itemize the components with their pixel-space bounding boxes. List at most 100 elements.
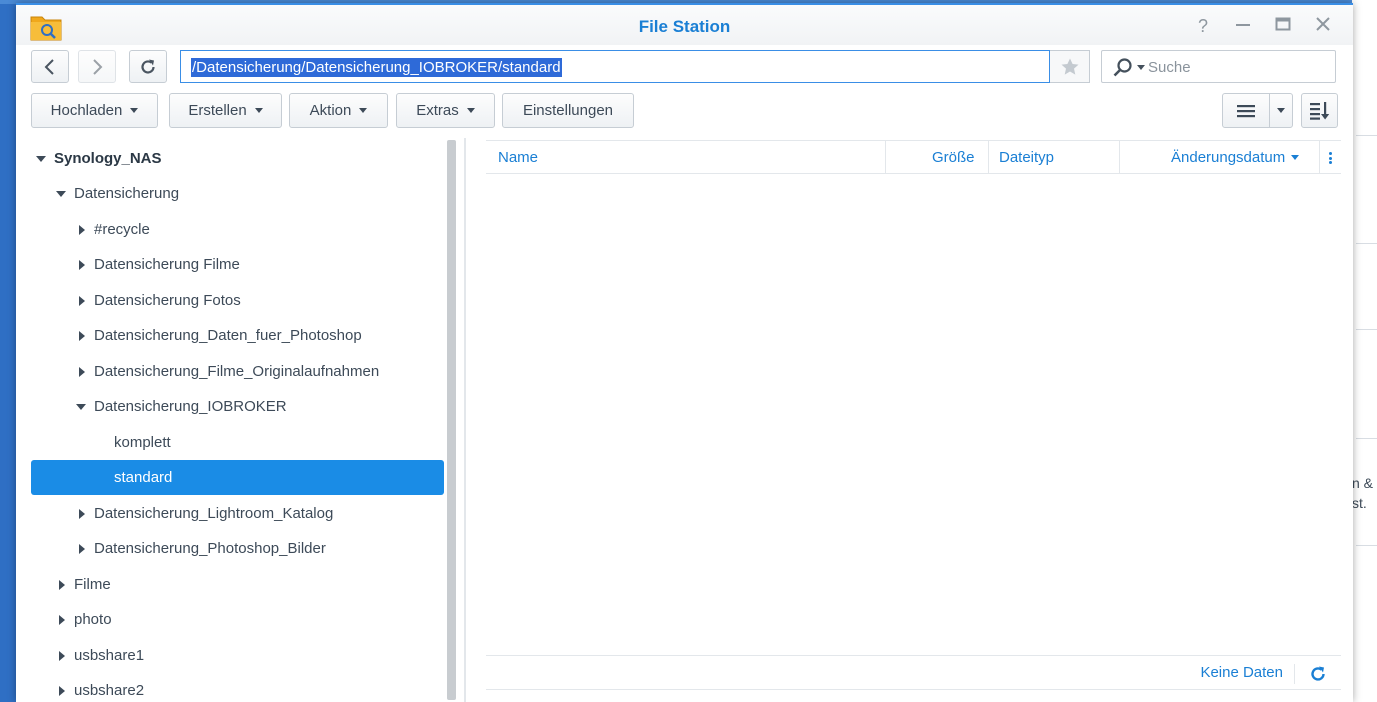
file-station-window: File Station ? /Datensicherung/Datensich… — [16, 3, 1353, 702]
extras-button-label: Extras — [416, 102, 459, 119]
list-view-icon — [1237, 104, 1255, 117]
forward-button[interactable] — [78, 50, 116, 83]
tree-item-daten-fuer-photoshop[interactable]: Datensicherung_Daten_fuer_Photoshop — [31, 318, 444, 353]
tree-item-iobroker[interactable]: Datensicherung_IOBROKER — [31, 389, 444, 424]
chevron-right-icon[interactable] — [76, 259, 88, 271]
background-text: n & — [1352, 475, 1374, 491]
chevron-down-icon[interactable] — [76, 401, 88, 413]
tree-item-usbshare1[interactable]: usbshare1 — [31, 638, 444, 673]
background-text: st. — [1352, 495, 1367, 511]
column-divider[interactable] — [1319, 141, 1320, 174]
column-header-size[interactable]: Größe — [932, 141, 975, 174]
sort-icon — [1309, 101, 1329, 120]
footer-divider — [1294, 664, 1295, 684]
tree-item-datensicherung[interactable]: Datensicherung — [31, 176, 444, 211]
tree-item-label: Datensicherung Filme — [94, 256, 240, 273]
tree-item-synology-nas[interactable]: Synology_NAS — [31, 141, 444, 176]
column-header-type[interactable]: Dateityp — [999, 141, 1054, 174]
path-text: /Datensicherung/Datensicherung_IOBROKER/… — [191, 58, 562, 77]
path-field[interactable]: /Datensicherung/Datensicherung_IOBROKER/… — [180, 50, 1050, 83]
tree-item-label: usbshare2 — [74, 682, 145, 699]
refresh-button[interactable] — [129, 50, 167, 83]
tree-item-komplett[interactable]: komplett — [31, 425, 444, 460]
tree-item-filme-originalaufnahmen[interactable]: Datensicherung_Filme_Originalaufnahmen — [31, 354, 444, 389]
background-divider — [1356, 438, 1377, 439]
help-icon: ? — [1197, 16, 1208, 36]
tree-item-label: Datensicherung_Lightroom_Katalog — [94, 505, 334, 522]
column-divider[interactable] — [885, 141, 886, 174]
tree-scrollbar[interactable] — [447, 140, 456, 700]
chevron-right-icon[interactable] — [56, 685, 68, 697]
tree-item-recycle[interactable]: #recycle — [31, 212, 444, 247]
chevron-down-icon — [1277, 108, 1285, 113]
chevron-right-icon[interactable] — [76, 543, 88, 555]
chevron-down-icon[interactable] — [56, 188, 68, 200]
file-list-header: Name Größe Dateityp Änderungsdatum — [486, 140, 1341, 174]
background-divider — [1356, 329, 1377, 330]
chevron-right-icon[interactable] — [56, 650, 68, 662]
sort-button[interactable] — [1301, 93, 1338, 128]
tree-item-label: Datensicherung Fotos — [94, 292, 241, 309]
column-options-icon[interactable] — [1329, 152, 1332, 164]
tree-item-datensicherung-filme[interactable]: Datensicherung Filme — [31, 247, 444, 282]
column-header-name[interactable]: Name — [498, 141, 538, 174]
status-text: Keine Daten — [1200, 664, 1283, 681]
tree-item-photoshop-bilder[interactable]: Datensicherung_Photoshop_Bilder — [31, 531, 444, 566]
title-bar[interactable]: File Station ? — [16, 5, 1353, 45]
tree-item-filme[interactable]: Filme — [31, 567, 444, 602]
tree-item-photo[interactable]: photo — [31, 602, 444, 637]
chevron-down-icon — [130, 108, 139, 113]
create-button[interactable]: Erstellen — [169, 93, 282, 128]
search-box[interactable] — [1101, 50, 1336, 83]
column-divider[interactable] — [1119, 141, 1120, 174]
refresh-icon — [141, 59, 155, 73]
action-button[interactable]: Aktion — [289, 93, 388, 128]
view-options-dropdown[interactable] — [1269, 93, 1293, 128]
chevron-down-icon — [359, 108, 368, 113]
minimize-icon — [1236, 24, 1250, 26]
tree-item-label: Datensicherung_IOBROKER — [94, 398, 287, 415]
chevron-right-icon — [93, 58, 103, 75]
help-button[interactable]: ? — [1191, 15, 1215, 37]
search-input[interactable] — [1148, 57, 1328, 78]
chevron-down-icon — [254, 108, 263, 113]
tree-item-datensicherung-fotos[interactable]: Datensicherung Fotos — [31, 283, 444, 318]
tree-item-lightroom-katalog[interactable]: Datensicherung_Lightroom_Katalog — [31, 496, 444, 531]
upload-button-label: Hochladen — [50, 102, 123, 119]
tree-item-label: Datensicherung_Filme_Originalaufnahmen — [94, 363, 380, 380]
tree-item-label: Synology_NAS — [54, 150, 162, 167]
action-button-label: Aktion — [309, 102, 352, 119]
chevron-left-icon — [44, 58, 54, 75]
close-button[interactable] — [1311, 15, 1335, 37]
tree-item-label: usbshare1 — [74, 647, 145, 664]
minimize-button[interactable] — [1231, 15, 1255, 37]
upload-button[interactable]: Hochladen — [31, 93, 158, 128]
settings-button[interactable]: Einstellungen — [502, 93, 634, 128]
favorite-button[interactable] — [1050, 50, 1090, 83]
chevron-down-icon[interactable] — [36, 153, 48, 165]
chevron-right-icon[interactable] — [56, 614, 68, 626]
chevron-right-icon[interactable] — [56, 579, 68, 591]
chevron-right-icon[interactable] — [76, 295, 88, 307]
chevron-down-icon[interactable] — [1137, 65, 1145, 70]
maximize-icon — [1275, 17, 1291, 31]
list-view-button[interactable] — [1222, 93, 1270, 128]
chevron-right-icon[interactable] — [76, 366, 88, 378]
chevron-right-icon[interactable] — [76, 508, 88, 520]
extras-button[interactable]: Extras — [396, 93, 495, 128]
chevron-right-icon[interactable] — [76, 224, 88, 236]
chevron-right-icon[interactable] — [76, 330, 88, 342]
tree-item-usbshare2[interactable]: usbshare2 — [31, 673, 444, 702]
maximize-button[interactable] — [1271, 15, 1295, 37]
search-icon[interactable] — [1112, 57, 1134, 79]
tree-item-label: Filme — [74, 576, 111, 593]
background-window: n & st. — [1352, 0, 1377, 702]
back-button[interactable] — [31, 50, 69, 83]
column-divider[interactable] — [988, 141, 989, 174]
pane-splitter[interactable] — [464, 138, 466, 702]
tree-item-label: Datensicherung_Photoshop_Bilder — [94, 540, 326, 557]
column-header-modified[interactable]: Änderungsdatum — [1171, 141, 1300, 174]
tree-item-standard[interactable]: standard — [31, 460, 444, 495]
refresh-icon[interactable] — [1309, 665, 1327, 683]
tree-item-label: photo — [74, 611, 112, 628]
